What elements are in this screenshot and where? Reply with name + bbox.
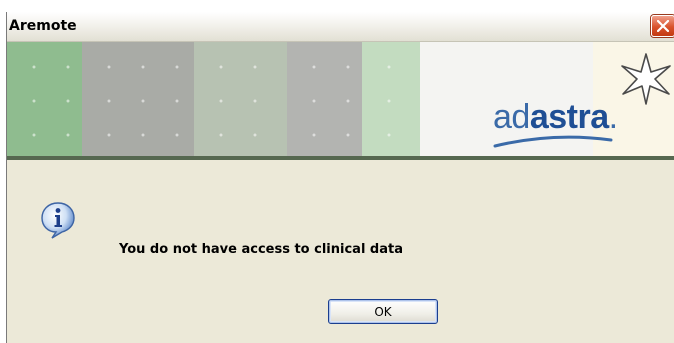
info-icon — [41, 202, 75, 239]
star-icon — [621, 53, 671, 105]
logo-text-suffix: . — [608, 98, 618, 136]
title-bar[interactable]: Aremote — [7, 12, 674, 42]
dialog-message: You do not have access to clinical data — [119, 242, 403, 257]
logo-text-regular: ad — [493, 98, 530, 136]
logo-swoosh — [493, 135, 613, 148]
banner-strip — [7, 42, 82, 156]
window-title: Aremote — [9, 18, 77, 34]
close-button[interactable] — [651, 15, 674, 37]
adastra-logo: adastra. — [493, 98, 618, 137]
logo-text-bold: astra — [529, 98, 609, 136]
banner-strip — [362, 42, 420, 156]
banner-strip — [287, 42, 362, 156]
close-icon — [657, 20, 669, 32]
dialog-window: Aremote adastra. You do not have access … — [6, 12, 674, 343]
ok-button[interactable]: OK — [328, 299, 438, 324]
banner-divider — [7, 156, 674, 160]
banner-strip — [194, 42, 287, 156]
banner-strip — [82, 42, 194, 156]
